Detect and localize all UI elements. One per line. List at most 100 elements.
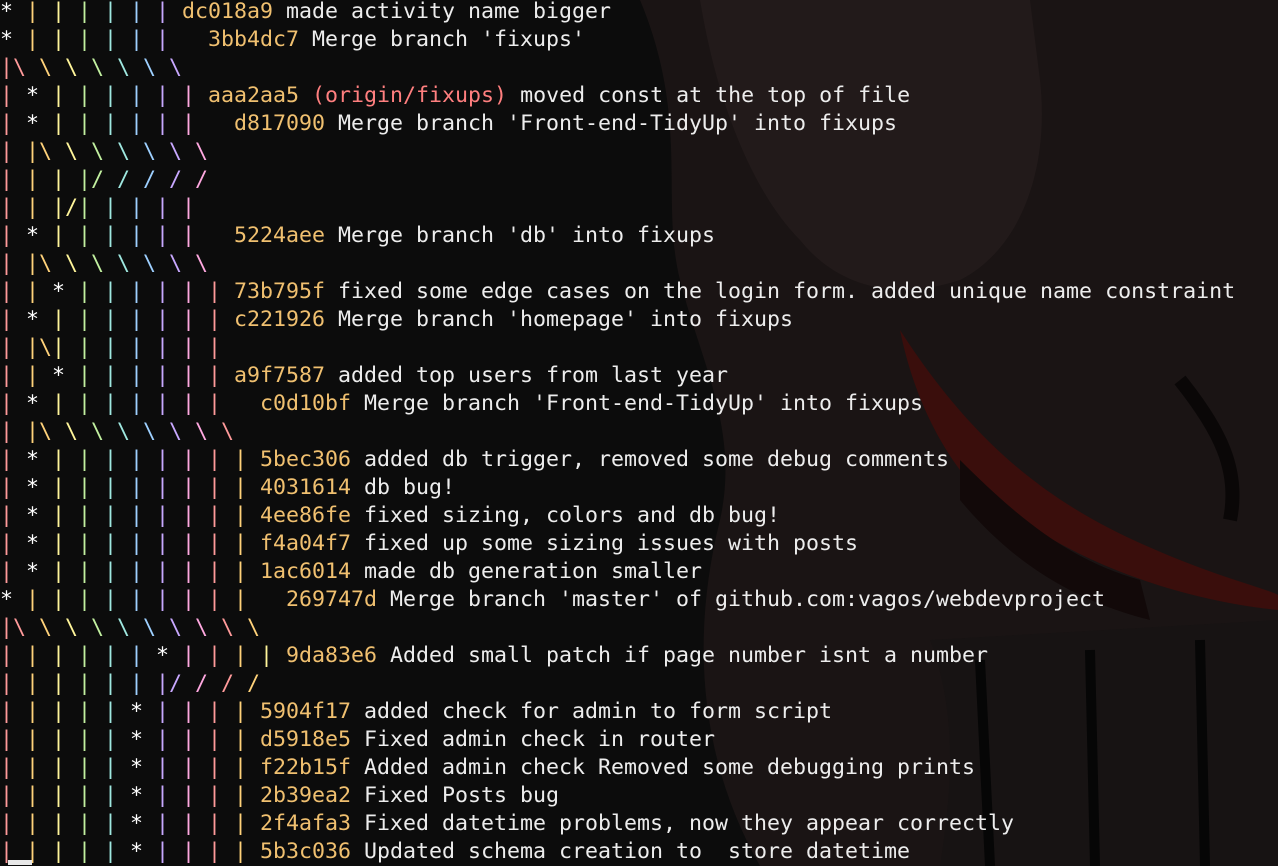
terminal-cursor xyxy=(8,860,32,865)
commit-message: added check for admin to form script xyxy=(364,699,833,724)
graph-lanes: | * | | | | | | | xyxy=(0,391,222,416)
commit-message: fixed some edge cases on the login form.… xyxy=(338,279,1236,304)
commit-message: Merge branch 'Front-end-TidyUp' into fix… xyxy=(364,391,924,416)
commit-hash: d817090 xyxy=(234,111,326,136)
log-line: | * | | | | | | | | 4031614 db bug! xyxy=(0,474,1235,502)
graph-lanes: | | | | | | |/ / / / xyxy=(0,671,261,696)
commit-hash: 2f4afa3 xyxy=(260,811,352,836)
commit-hash: 5b3c036 xyxy=(260,839,352,864)
commit-hash: 3bb4dc7 xyxy=(208,27,300,52)
graph-lanes: | * | | | | | | | | xyxy=(0,475,248,500)
graph-lanes: | | * | | | | | | xyxy=(0,279,222,304)
commit-hash: a9f7587 xyxy=(234,363,326,388)
log-line: * | | | | | | | | | 269747d Merge branch… xyxy=(0,586,1235,614)
log-line: | * | | | | | | | | f4a04f7 fixed up som… xyxy=(0,530,1235,558)
commit-message: added top users from last year xyxy=(338,363,729,388)
commit-hash: 1ac6014 xyxy=(260,559,352,584)
commit-hash: 2b39ea2 xyxy=(260,783,352,808)
log-line: | | | | | * | | | | f22b15f Added admin … xyxy=(0,754,1235,782)
graph-lanes: | | | | | * | | | | xyxy=(0,839,248,864)
log-line: | * | | | | | | | | 1ac6014 made db gene… xyxy=(0,558,1235,586)
commit-hash: dc018a9 xyxy=(182,0,274,24)
graph-lanes: | | | | | | * | | | | xyxy=(0,643,274,668)
commit-message: Fixed Posts bug xyxy=(364,783,560,808)
commit-message: made db generation smaller xyxy=(364,559,703,584)
graph-lanes: | | | | | * | | | | xyxy=(0,727,248,752)
log-line: |\ \ \ \ \ \ \ xyxy=(0,54,1235,82)
log-line: |\ \ \ \ \ \ \ \ \ \ xyxy=(0,614,1235,642)
graph-lanes: | * | | | | | | xyxy=(0,223,196,248)
commit-message: Updated schema creation to store datetim… xyxy=(364,839,911,864)
commit-message: moved const at the top of file xyxy=(520,83,911,108)
graph-lanes: | * | | | | | | xyxy=(0,83,196,108)
graph-lanes: | | | | | * | | | | xyxy=(0,811,248,836)
commit-message: Merge branch 'Front-end-TidyUp' into fix… xyxy=(338,111,898,136)
commit-message: Merge branch 'fixups' xyxy=(312,27,586,52)
graph-lanes: * | | | | | | xyxy=(0,0,170,24)
graph-lanes: | |\| | | | | | | xyxy=(0,335,222,360)
log-line: | | | | | * | | | | 5b3c036 Updated sche… xyxy=(0,838,1235,866)
commit-hash: 5904f17 xyxy=(260,699,352,724)
graph-lanes: | * | | | | | | | | xyxy=(0,503,248,528)
commit-message: Merge branch 'master' of github.com:vago… xyxy=(390,587,1106,612)
commit-hash: 5bec306 xyxy=(260,447,352,472)
commit-message: fixed up some sizing issues with posts xyxy=(364,531,859,556)
graph-lanes: | | * | | | | | | xyxy=(0,363,222,388)
graph-lanes: | * | | | | | | | | xyxy=(0,559,248,584)
log-line: | |\| | | | | | | xyxy=(0,334,1235,362)
log-line: | * | | | | | | | | 4ee86fe fixed sizing… xyxy=(0,502,1235,530)
commit-hash: d5918e5 xyxy=(260,727,352,752)
graph-lanes: |\ \ \ \ \ \ \ xyxy=(0,55,183,80)
commit-message: Added admin check Removed some debugging… xyxy=(364,755,976,780)
log-line: | * | | | | | | aaa2aa5 (origin/fixups) … xyxy=(0,82,1235,110)
log-line: | |\ \ \ \ \ \ \ xyxy=(0,138,1235,166)
commit-message: made activity name bigger xyxy=(286,0,612,24)
commit-message: Fixed datetime problems, now they appear… xyxy=(364,811,1015,836)
log-line: | |\ \ \ \ \ \ \ xyxy=(0,250,1235,278)
commit-message: fixed sizing, colors and db bug! xyxy=(364,503,781,528)
commit-hash: 5224aee xyxy=(234,223,326,248)
log-line: | * | | | | | | | c221926 Merge branch '… xyxy=(0,306,1235,334)
commit-hash: 9da83e6 xyxy=(286,643,378,668)
graph-lanes: | |\ \ \ \ \ \ \ xyxy=(0,139,209,164)
commit-hash: 4ee86fe xyxy=(260,503,352,528)
commit-hash: 269747d xyxy=(286,587,378,612)
log-line: | * | | | | | | d817090 Merge branch 'Fr… xyxy=(0,110,1235,138)
commit-message: Merge branch 'homepage' into fixups xyxy=(338,307,794,332)
commit-hash: f22b15f xyxy=(260,755,352,780)
graph-lanes: | |\ \ \ \ \ \ \ \ xyxy=(0,419,235,444)
graph-lanes: | | | | | * | | | | xyxy=(0,783,248,808)
git-log-output: * | | | | | | dc018a9 made activity name… xyxy=(0,0,1235,866)
log-line: | * | | | | | | | c0d10bf Merge branch '… xyxy=(0,390,1235,418)
terminal-window[interactable]: * | | | | | | dc018a9 made activity name… xyxy=(0,0,1278,866)
graph-lanes: | |\ \ \ \ \ \ \ xyxy=(0,251,209,276)
log-line: * | | | | | | 3bb4dc7 Merge branch 'fixu… xyxy=(0,26,1235,54)
commit-hash: 73b795f xyxy=(234,279,326,304)
graph-lanes: | * | | | | | | | xyxy=(0,307,222,332)
log-line: | | | | | | |/ / / / xyxy=(0,670,1235,698)
commit-message: Added small patch if page number isnt a … xyxy=(390,643,989,668)
graph-lanes: | | | | | * | | | | xyxy=(0,699,248,724)
commit-message: Fixed admin check in router xyxy=(364,727,716,752)
log-line: | * | | | | | | | | 5bec306 added db tri… xyxy=(0,446,1235,474)
log-line: | | | | | * | | | | 2b39ea2 Fixed Posts … xyxy=(0,782,1235,810)
commit-message: Merge branch 'db' into fixups xyxy=(338,223,716,248)
graph-lanes: | | | |/ / / / / xyxy=(0,167,209,192)
graph-lanes: * | | | | | | | | | xyxy=(0,587,248,612)
commit-hash: c0d10bf xyxy=(260,391,352,416)
commit-message: added db trigger, removed some debug com… xyxy=(364,447,950,472)
log-line: | | | | | * | | | | 5904f17 added check … xyxy=(0,698,1235,726)
log-line: | | | |/ / / / / xyxy=(0,166,1235,194)
log-line: | | | | | * | | | | 2f4afa3 Fixed dateti… xyxy=(0,810,1235,838)
branch-ref: (origin/fixups) xyxy=(312,83,508,108)
graph-lanes: | * | | | | | | xyxy=(0,111,196,136)
log-line: | |\ \ \ \ \ \ \ \ xyxy=(0,418,1235,446)
commit-hash: c221926 xyxy=(234,307,326,332)
graph-lanes: |\ \ \ \ \ \ \ \ \ \ xyxy=(0,615,261,640)
log-line: | | | | | | * | | | | 9da83e6 Added smal… xyxy=(0,642,1235,670)
graph-lanes: | * | | | | | | | | xyxy=(0,531,248,556)
log-line: | | * | | | | | | a9f7587 added top user… xyxy=(0,362,1235,390)
log-line: | * | | | | | | 5224aee Merge branch 'db… xyxy=(0,222,1235,250)
commit-hash: 4031614 xyxy=(260,475,352,500)
commit-message: db bug! xyxy=(364,475,456,500)
